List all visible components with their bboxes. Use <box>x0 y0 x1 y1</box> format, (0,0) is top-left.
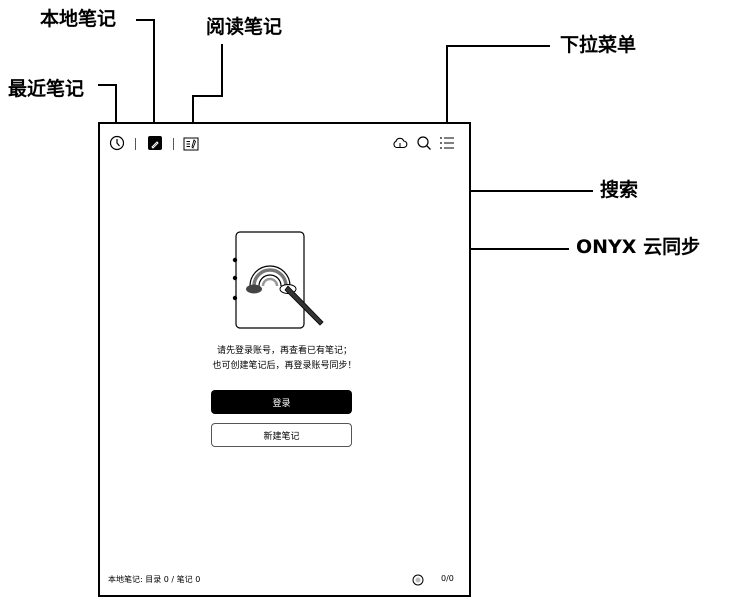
callout-local-notes: 本地笔记 <box>40 8 117 30</box>
notebook-illustration <box>228 230 338 335</box>
callout-cloud-sync: ONYX 云同步 <box>576 236 701 258</box>
device-screen: 请先登录账号，再查看已有笔记； 也可创建笔记后，再登录账号同步！ 登录 新建笔记 <box>98 122 471 597</box>
new-note-button[interactable]: 新建笔记 <box>211 423 352 447</box>
clock-icon[interactable] <box>109 135 125 151</box>
pen-icon[interactable] <box>148 136 162 150</box>
page-indicator-icon[interactable] <box>412 571 424 586</box>
callout-dropdown-menu: 下拉菜单 <box>560 34 637 56</box>
login-button[interactable]: 登录 <box>211 390 352 414</box>
cloud-icon[interactable] <box>392 135 408 151</box>
leader-line <box>153 19 155 134</box>
callout-recent-notes: 最近笔记 <box>8 78 85 100</box>
menu-icon[interactable] <box>439 135 455 151</box>
page-count: 0/0 <box>441 574 454 583</box>
login-prompt-line2: 也可创建笔记后，再登录账号同步！ <box>212 361 357 371</box>
leader-line <box>446 45 550 47</box>
toolbar-divider <box>135 138 136 150</box>
book-note-icon[interactable] <box>183 136 199 151</box>
callout-reading-notes: 阅读笔记 <box>206 16 283 38</box>
login-prompt-line1: 请先登录账号，再查看已有笔记； <box>216 346 352 356</box>
toolbar-divider <box>173 138 174 150</box>
leader-line <box>98 84 116 86</box>
notes-summary: 本地笔记: 目录 0 / 笔记 0 <box>108 575 201 584</box>
search-icon[interactable] <box>416 135 432 151</box>
leader-line <box>136 19 154 21</box>
leader-line <box>192 95 223 97</box>
callout-search: 搜索 <box>600 179 639 201</box>
leader-line <box>221 44 223 96</box>
